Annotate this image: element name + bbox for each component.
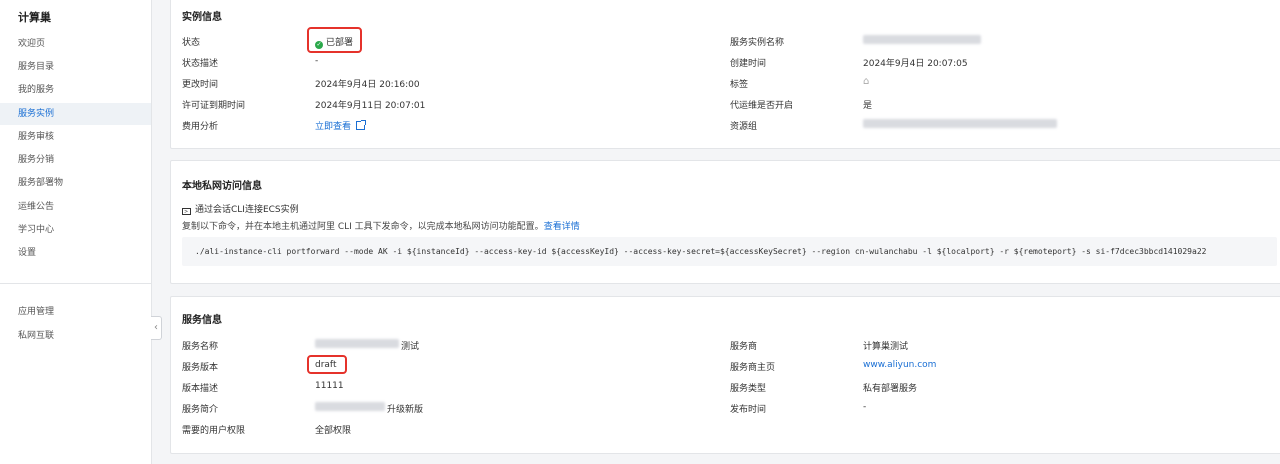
provider-value: 计算巢测试 — [863, 342, 909, 352]
cli-description: 复制以下命令，并在本地主机通过阿里 CLI 工具下发命令，以完成本地私网访问功能… — [182, 222, 580, 232]
license-expiry-value: 2024年9月11日 20:07:01 — [315, 101, 426, 111]
publish-time-label: 发布时间 — [730, 405, 767, 415]
ops-enabled-value: 是 — [863, 101, 873, 111]
service-intro-value: 升级新版 — [387, 405, 424, 415]
service-info-card: 服务信息 服务名称 测试 服务版本 draft 版本描述 11111 服务简介 … — [170, 296, 1280, 454]
ops-enabled-label: 代运维是否开启 — [730, 101, 794, 111]
create-time-label: 创建时间 — [730, 59, 767, 69]
sidebar-item-artifacts[interactable]: 服务部署物 — [0, 172, 151, 194]
chevron-left-icon[interactable]: ‹ — [151, 316, 162, 340]
sidebar: 计算巢 欢迎页 服务目录 我的服务 服务实例 服务审核 服务分销 服务部署物 运… — [0, 0, 152, 464]
sidebar-item-learning[interactable]: 学习中心 — [0, 219, 151, 241]
command-box[interactable]: ./ali-instance-cli portforward --mode AK… — [182, 237, 1277, 266]
private-network-title: 本地私网访问信息 — [182, 181, 262, 192]
instance-name-redacted — [863, 35, 981, 44]
cost-analysis-label: 费用分析 — [182, 122, 219, 132]
service-name-value: 测试 — [401, 342, 420, 352]
service-name-label: 服务名称 — [182, 342, 219, 352]
private-network-card: 本地私网访问信息 >_ 通过会话CLI连接ECS实例 复制以下命令，并在本地主机通… — [170, 160, 1280, 284]
publish-time-value: - — [863, 402, 867, 412]
external-link-icon — [356, 120, 367, 130]
sidebar-item-review[interactable]: 服务审核 — [0, 126, 151, 148]
view-details-link[interactable]: 查看详情 — [544, 222, 580, 232]
version-highlight-box — [307, 355, 347, 374]
sidebar-title: 计算巢 — [18, 11, 51, 24]
update-time-value: 2024年9月4日 20:16:00 — [315, 80, 420, 90]
resource-group-redacted — [863, 119, 1057, 128]
provider-label: 服务商 — [730, 342, 758, 352]
user-permission-label: 需要的用户权限 — [182, 426, 246, 436]
tag-label: 标签 — [730, 80, 749, 90]
instance-info-title: 实例信息 — [182, 12, 222, 23]
service-name-redacted — [315, 339, 399, 348]
sidebar-item-private-network[interactable]: 私网互联 — [0, 325, 151, 347]
sidebar-item-settings[interactable]: 设置 — [0, 242, 151, 264]
user-permission-value: 全部权限 — [315, 426, 352, 436]
sidebar-item-announcements[interactable]: 运维公告 — [0, 196, 151, 218]
create-time-value: 2024年9月4日 20:07:05 — [863, 59, 968, 69]
sidebar-item-catalog[interactable]: 服务目录 — [0, 56, 151, 78]
version-desc-value: 11111 — [315, 381, 344, 391]
status-highlight-box — [307, 27, 362, 53]
provider-homepage-link[interactable]: www.aliyun.com — [863, 360, 936, 370]
cost-analysis-link[interactable]: 立即查看 — [315, 119, 367, 132]
sidebar-item-instances[interactable]: 服务实例 — [0, 103, 151, 125]
service-intro-redacted — [315, 402, 385, 411]
service-info-title: 服务信息 — [182, 315, 222, 326]
service-version-label: 服务版本 — [182, 363, 219, 373]
status-label: 状态 — [182, 38, 201, 48]
sidebar-item-app-management[interactable]: 应用管理 — [0, 301, 151, 323]
status-desc-value: - — [315, 56, 319, 66]
service-type-value: 私有部署服务 — [863, 384, 918, 394]
provider-homepage-label: 服务商主页 — [730, 363, 776, 373]
cli-subtitle: >_ 通过会话CLI连接ECS实例 — [182, 205, 299, 215]
service-type-label: 服务类型 — [730, 384, 767, 394]
service-intro-label: 服务简介 — [182, 405, 219, 415]
instance-info-card: 实例信息 状态 ✓ 已部署 状态描述 - 更改时间 2024年9月4日 20:16… — [170, 0, 1280, 149]
sidebar-item-welcome[interactable]: 欢迎页 — [0, 33, 151, 55]
resource-group-label: 资源组 — [730, 122, 758, 132]
license-expiry-label: 许可证到期时间 — [182, 101, 246, 111]
sidebar-divider — [0, 283, 151, 284]
update-time-label: 更改时间 — [182, 80, 219, 90]
sidebar-item-distribution[interactable]: 服务分销 — [0, 149, 151, 171]
status-desc-label: 状态描述 — [182, 59, 219, 69]
cli-command: ./ali-instance-cli portforward --mode AK… — [195, 247, 1207, 256]
terminal-icon: >_ — [182, 208, 191, 215]
instance-name-label: 服务实例名称 — [730, 38, 785, 48]
tag-icon[interactable]: ⌂ — [863, 76, 869, 87]
sidebar-item-my-services[interactable]: 我的服务 — [0, 79, 151, 101]
version-desc-label: 版本描述 — [182, 384, 219, 394]
